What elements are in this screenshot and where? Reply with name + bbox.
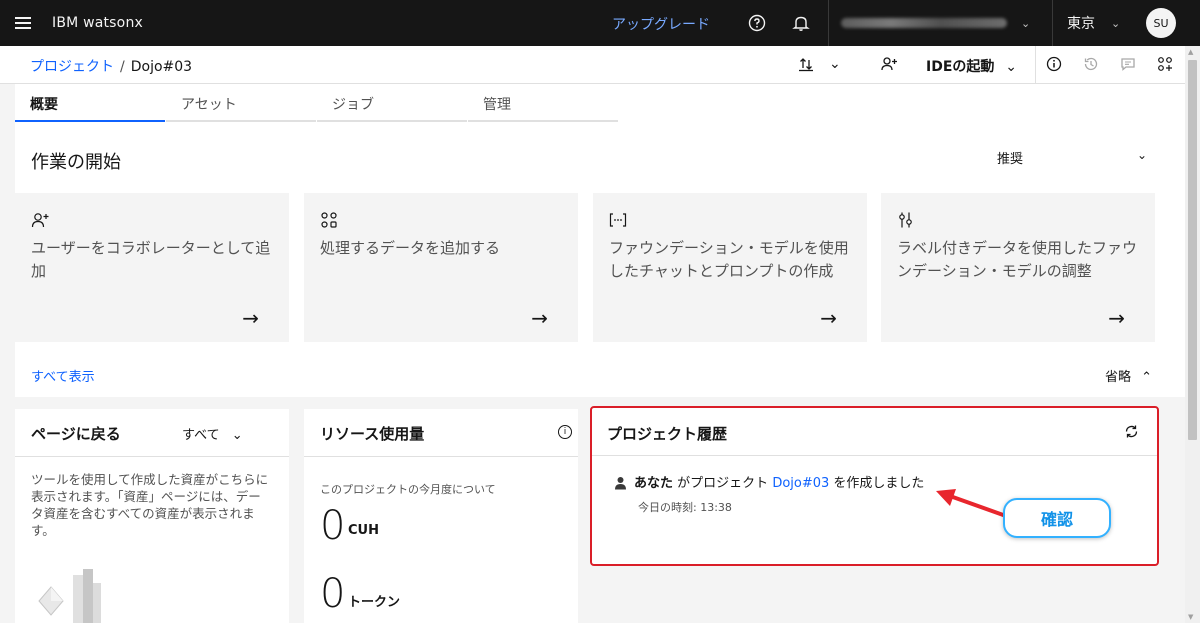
collapse-label: 省略	[1105, 370, 1132, 385]
card-text: ラベル付きデータを使用したファウンデーション・モデルの調整	[897, 239, 1138, 280]
breadcrumb: プロジェクト / Dojo#03	[30, 56, 192, 76]
annotation-arrow	[936, 489, 1008, 518]
cuh-unit: CUH	[348, 523, 379, 538]
divider	[592, 455, 1157, 456]
avatar[interactable]: SU	[1146, 8, 1176, 38]
sliders-icon	[897, 211, 1139, 231]
filter-label: すべて	[182, 428, 220, 443]
refresh-icon[interactable]	[1124, 424, 1139, 443]
history-actor: あなた	[634, 476, 674, 491]
add-collaborator-icon[interactable]	[881, 56, 898, 76]
project-history-panel: プロジェクト履歴 あなた がプロジェクト Dojo#03 を作成しました 今日の…	[590, 406, 1159, 566]
divider	[304, 456, 578, 457]
region-selector[interactable]: 東京 ⌄	[1052, 0, 1134, 46]
import-export-icon[interactable]	[798, 56, 814, 76]
panel-title: ページに戻る	[31, 425, 121, 443]
upgrade-link[interactable]: アップグレード	[612, 14, 710, 34]
card-text: ファウンデーション・モデルを使用したチャットとプロンプトの作成	[609, 239, 849, 280]
scroll-down-icon[interactable]: ▼	[1188, 613, 1193, 621]
card-text: 処理するデータを追加する	[320, 239, 501, 257]
top-navigation-bar: IBM watsonx アップグレード ⌄ 東京 ⌄ SU	[0, 0, 1200, 46]
launch-ide-label: IDEの起動	[926, 59, 995, 75]
card-text: ユーザーをコラボレーターとして追加	[31, 239, 271, 280]
collapse-toggle[interactable]: 省略 ⌃	[1105, 366, 1152, 385]
history-timestamp: 今日の時刻: 13:38	[638, 501, 732, 514]
empty-state-illustration	[35, 559, 125, 623]
chevron-up-icon: ⌃	[1141, 370, 1153, 385]
chevron-down-icon: ⌄	[1111, 16, 1121, 30]
region-label: 東京	[1067, 16, 1095, 32]
tab-jobs[interactable]: ジョブ	[317, 84, 467, 122]
show-all-link[interactable]: すべて表示	[31, 366, 95, 385]
token-unit: トークン	[348, 595, 401, 610]
toolbar-divider	[1035, 46, 1036, 84]
comment-icon[interactable]	[1120, 56, 1136, 76]
chevron-down-icon: ⌄	[1021, 16, 1031, 30]
breadcrumb-separator: /	[120, 59, 125, 75]
arrow-right-icon: →	[820, 306, 837, 330]
section-title: 作業の開始	[31, 152, 121, 173]
notification-icon[interactable]	[790, 12, 812, 34]
card-chat-prompt[interactable]: ファウンデーション・モデルを使用したチャットとプロンプトの作成 →	[593, 193, 867, 342]
chevron-down-icon[interactable]: ⌄	[829, 56, 841, 72]
menu-icon[interactable]	[0, 0, 46, 46]
breadcrumb-current: Dojo#03	[130, 59, 193, 75]
card-add-data[interactable]: 処理するデータを追加する →	[304, 193, 578, 342]
project-tabs: 概要 アセット ジョブ 管理	[15, 84, 1185, 122]
cuh-value: 0	[320, 503, 346, 549]
info-icon[interactable]	[1046, 56, 1062, 76]
recent-assets-panel: ページに戻る すべて ⌄ ツールを使用して作成した資産がこちらに表示されます。「…	[15, 409, 289, 623]
card-add-collaborators[interactable]: ユーザーをコラボレーターとして追加 →	[15, 193, 289, 342]
getting-started-section: 作業の開始 推奨 ⌄ ユーザーをコラボレーターとして追加 → 処理するデータを追…	[15, 122, 1185, 397]
token-value: 0	[320, 571, 346, 617]
card-tune-model[interactable]: ラベル付きデータを使用したファウンデーション・モデルの調整 →	[881, 193, 1155, 342]
scrollbar-thumb[interactable]	[1188, 60, 1197, 440]
page-scrollbar[interactable]: ▲ ▼	[1185, 46, 1200, 623]
breadcrumb-bar: プロジェクト / Dojo#03 ⌄ IDEの起動 ⌄	[0, 46, 1185, 84]
chevron-down-icon[interactable]: ⌄	[1137, 148, 1147, 162]
help-icon[interactable]	[746, 12, 768, 34]
info-icon[interactable]: i	[558, 425, 572, 439]
filter-dropdown[interactable]: すべて ⌄	[182, 424, 243, 443]
arrow-right-icon: →	[531, 306, 548, 330]
user-icon	[614, 476, 627, 493]
arrow-right-icon: →	[1108, 306, 1125, 330]
resource-usage-panel: リソース使用量 i このプロジェクトの今月度について 0 CUH 0 トークン	[304, 409, 578, 623]
brand-name[interactable]: IBM watsonx	[52, 15, 143, 31]
project-link[interactable]: Dojo#03	[772, 476, 829, 491]
history-entry: あなた がプロジェクト Dojo#03 を作成しました	[634, 472, 924, 491]
panel-title: リソース使用量	[320, 425, 425, 443]
usage-period-label: このプロジェクトの今月度について	[320, 483, 496, 496]
empty-state-text: ツールを使用して作成した資産がこちらに表示されます。「資産」ページには、データ資…	[31, 472, 269, 538]
chevron-down-icon: ⌄	[1005, 59, 1018, 75]
tab-overview[interactable]: 概要	[15, 84, 165, 122]
arrow-right-icon: →	[242, 306, 259, 330]
manage-panel-icon[interactable]	[1157, 56, 1173, 76]
breadcrumb-projects-link[interactable]: プロジェクト	[30, 59, 114, 75]
chevron-down-icon: ⌄	[231, 428, 243, 443]
tab-assets[interactable]: アセット	[166, 84, 316, 122]
scroll-up-icon[interactable]: ▲	[1188, 48, 1193, 56]
launch-ide-button[interactable]: IDEの起動 ⌄	[926, 56, 1017, 76]
tab-manage[interactable]: 管理	[468, 84, 618, 122]
account-switcher[interactable]: ⌄	[828, 0, 1052, 46]
account-name-redacted	[841, 18, 1007, 28]
confirm-callout: 確認	[1003, 498, 1111, 538]
panel-title: プロジェクト履歴	[607, 425, 728, 443]
history-action-end: を作成しました	[833, 476, 925, 491]
recommend-dropdown[interactable]: 推奨	[997, 148, 1023, 167]
history-action: がプロジェクト	[677, 476, 769, 491]
history-icon[interactable]	[1083, 56, 1099, 76]
add-user-icon	[31, 211, 273, 231]
divider	[15, 456, 289, 457]
code-brackets-icon	[609, 211, 851, 231]
data-icon	[320, 211, 562, 231]
